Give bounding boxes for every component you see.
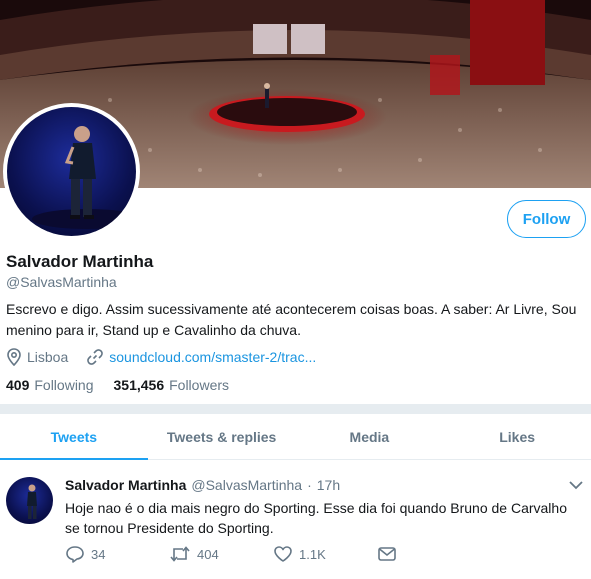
retweet-icon: [170, 546, 190, 562]
profile-location: Lisboa: [27, 349, 69, 365]
profile-stats: 409 Following 351,456 Followers: [6, 377, 249, 393]
tweet-separator: ·: [307, 477, 312, 493]
tweet-author-name[interactable]: Salvador Martinha: [65, 477, 186, 493]
tweet[interactable]: Salvador Martinha @SalvasMartinha · 17h …: [0, 461, 591, 579]
profile-name: Salvador Martinha: [6, 252, 154, 271]
followers-label: Followers: [169, 377, 230, 393]
location-pin-icon: [7, 348, 21, 366]
reply-button[interactable]: 34: [65, 545, 169, 563]
profile-meta: Lisboa soundcloud.com/smaster-2/trac...: [6, 348, 316, 366]
profile-avatar[interactable]: [3, 103, 140, 240]
tweet-avatar[interactable]: [6, 477, 53, 524]
tweet-header: Salvador Martinha @SalvasMartinha · 17h: [65, 477, 340, 493]
reply-count: 34: [91, 546, 106, 562]
profile-website-link[interactable]: soundcloud.com/smaster-2/trac...: [109, 349, 316, 365]
like-icon: [274, 546, 292, 562]
following-count: 409: [6, 377, 30, 393]
tab-media[interactable]: Media: [296, 414, 444, 459]
chevron-down-icon[interactable]: [568, 479, 584, 491]
tab-likes[interactable]: Likes: [443, 414, 591, 459]
reply-icon: [66, 546, 84, 563]
follow-button[interactable]: Follow: [507, 200, 586, 238]
profile-bio: Escrevo e digo. Assim sucessivamente até…: [6, 301, 577, 338]
retweet-count: 404: [197, 546, 219, 562]
avatar-image: [7, 107, 136, 236]
profile-tabs: Tweets Tweets & replies Media Likes: [0, 414, 591, 460]
message-icon: [378, 547, 396, 561]
retweet-button[interactable]: 404: [169, 545, 273, 563]
link-icon: [87, 349, 104, 365]
direct-message-button[interactable]: [377, 545, 403, 563]
like-count: 1.1K: [299, 546, 326, 562]
tweet-text: Hoje nao é o dia mais negro do Sporting.…: [65, 500, 567, 536]
following-stat[interactable]: 409 Following: [6, 377, 94, 393]
like-button[interactable]: 1.1K: [273, 545, 377, 563]
tab-tweets[interactable]: Tweets: [0, 414, 148, 460]
avatar-figure: [32, 126, 136, 229]
section-divider: [0, 404, 591, 414]
tweet-avatar-figure: [27, 484, 37, 519]
followers-count: 351,456: [113, 377, 165, 393]
followers-stat[interactable]: 351,456 Followers: [114, 377, 230, 393]
following-label: Following: [34, 377, 94, 393]
tab-tweets-and-replies[interactable]: Tweets & replies: [148, 414, 296, 459]
tweet-author-handle[interactable]: @SalvasMartinha: [191, 477, 302, 493]
profile-handle[interactable]: @SalvasMartinha: [6, 274, 117, 290]
tweet-actions: 34 404 1.1K: [65, 545, 403, 563]
tweet-timestamp[interactable]: 17h: [317, 477, 340, 493]
